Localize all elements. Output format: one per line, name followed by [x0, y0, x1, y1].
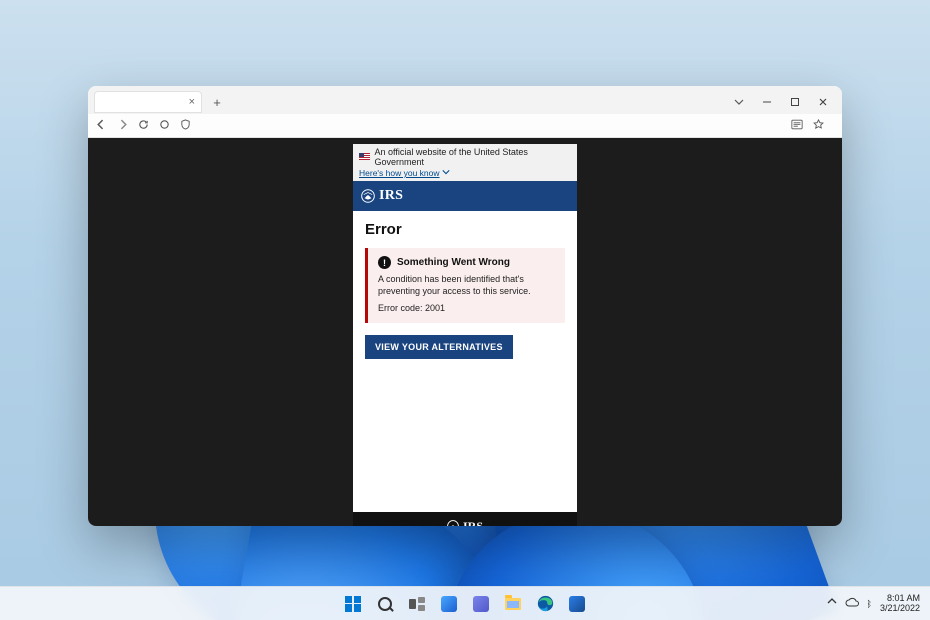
tray-chevron-icon[interactable]	[827, 597, 837, 610]
edge-button[interactable]	[532, 591, 558, 617]
bookmark-star-icon[interactable]	[813, 119, 824, 133]
gov-banner: An official website of the United States…	[353, 144, 577, 181]
window-controls	[726, 91, 836, 113]
how-you-know-label: Here's how you know	[359, 168, 440, 178]
window-chevron-icon[interactable]	[726, 91, 752, 113]
task-view-button[interactable]	[404, 591, 430, 617]
taskbar-search-button[interactable]	[372, 591, 398, 617]
us-flag-icon	[359, 153, 370, 161]
maximize-button[interactable]	[782, 91, 808, 113]
system-tray: ᛒ 8:01 AM 3/21/2022	[827, 594, 930, 613]
irs-eagle-icon	[361, 189, 375, 203]
irs-footer: IRS	[353, 512, 577, 526]
file-explorer-button[interactable]	[500, 591, 526, 617]
irs-header: IRS	[353, 181, 577, 211]
close-window-button[interactable]	[810, 91, 836, 113]
irs-page: An official website of the United States…	[353, 144, 577, 526]
taskbar: ᛒ 8:01 AM 3/21/2022	[0, 586, 930, 620]
page-body: Error ! Something Went Wrong A condition…	[353, 211, 577, 371]
taskbar-clock[interactable]: 8:01 AM 3/21/2022	[880, 594, 920, 613]
onedrive-icon[interactable]	[845, 597, 859, 610]
alert-message: A condition has been identified that's p…	[378, 273, 555, 297]
start-button[interactable]	[340, 591, 366, 617]
store-button[interactable]	[564, 591, 590, 617]
page-title: Error	[365, 221, 565, 238]
clock-date: 3/21/2022	[880, 604, 920, 613]
taskbar-apps	[340, 591, 590, 617]
minimize-button[interactable]	[754, 91, 780, 113]
error-icon: !	[378, 256, 391, 269]
chevron-down-icon	[442, 168, 450, 178]
back-button[interactable]	[96, 119, 107, 133]
new-tab-button[interactable]: +	[208, 95, 226, 110]
error-alert: ! Something Went Wrong A condition has b…	[365, 248, 565, 323]
irs-eagle-icon	[447, 520, 459, 526]
close-tab-icon[interactable]: ×	[189, 96, 195, 108]
browser-viewport: An official website of the United States…	[88, 138, 842, 526]
irs-logo-text: IRS	[379, 188, 403, 204]
chat-button[interactable]	[468, 591, 494, 617]
how-you-know-link[interactable]: Here's how you know	[359, 168, 450, 178]
alert-title: Something Went Wrong	[397, 257, 510, 268]
home-button[interactable]	[159, 119, 170, 133]
refresh-button[interactable]	[138, 119, 149, 133]
browser-tab[interactable]: ×	[94, 91, 202, 113]
browser-toolbar	[88, 114, 842, 138]
widgets-button[interactable]	[436, 591, 462, 617]
shield-icon[interactable]	[180, 119, 191, 133]
language-indicator[interactable]: ᛒ	[867, 599, 872, 609]
browser-window: × +	[88, 86, 842, 526]
gov-banner-text: An official website of the United States…	[374, 147, 571, 167]
browser-tabstrip: × +	[88, 86, 842, 114]
view-alternatives-button[interactable]: VIEW YOUR ALTERNATIVES	[365, 335, 513, 359]
error-code: Error code: 2001	[378, 303, 555, 313]
forward-button[interactable]	[117, 119, 128, 133]
irs-footer-text: IRS	[463, 519, 483, 527]
reader-icon[interactable]	[791, 119, 803, 133]
